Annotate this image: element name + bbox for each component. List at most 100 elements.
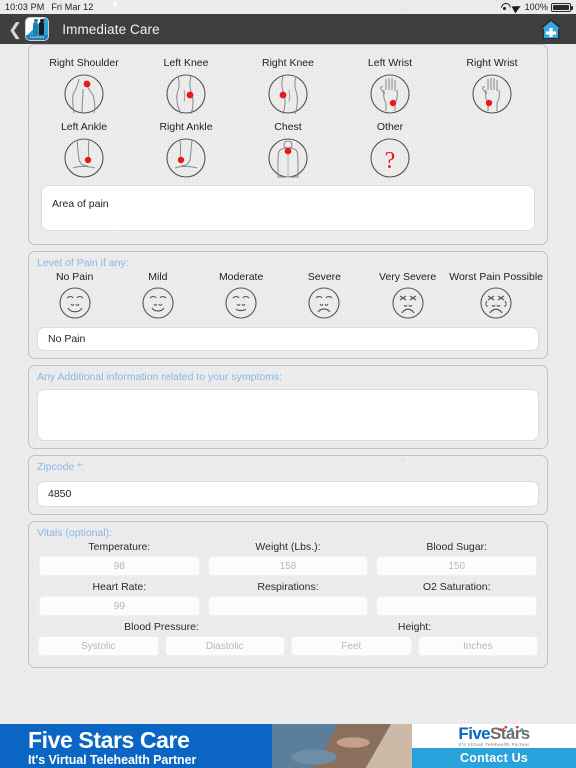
vitals-temperature: Temperature: 98 bbox=[35, 541, 204, 581]
body-part-right-wrist[interactable]: Right Wrist bbox=[441, 51, 543, 115]
pain-level-selected-value[interactable]: No Pain bbox=[37, 327, 539, 351]
ad-subtitle: It's Virtual Telehealth Partner bbox=[28, 753, 197, 767]
pain-level-card: Level of Pain if any: No Pain Mild Moder… bbox=[28, 251, 548, 359]
body-part-right-knee[interactable]: Right Knee bbox=[237, 51, 339, 115]
vitals-weight: Weight (Lbs.): 158 bbox=[204, 541, 373, 581]
fivestars-logo-icon[interactable]: FiveStars bbox=[25, 17, 50, 41]
shoulder-icon bbox=[63, 73, 105, 115]
body-part-row-2: Left Ankle Right Ankle Chest Other ? bbox=[33, 115, 543, 179]
vitals-label: Vitals (optional): bbox=[37, 527, 113, 539]
navigation-bar: ❮ FiveStars Immediate Care bbox=[0, 14, 576, 44]
vitals-label-temperature: Temperature: bbox=[88, 541, 151, 553]
advertisement-banner[interactable]: Five Stars Care It's Virtual Telehealth … bbox=[0, 724, 576, 768]
body-part-right-shoulder[interactable]: Right Shoulder bbox=[33, 51, 135, 115]
svg-text:?: ? bbox=[385, 148, 396, 174]
pain-option-severe[interactable]: Severe bbox=[283, 271, 366, 321]
status-bar-left: 10:03 PM Fri Mar 12 bbox=[5, 2, 93, 12]
status-bar-right: 100% bbox=[500, 2, 573, 12]
face-frown-icon bbox=[306, 285, 342, 321]
body-part-label: Left Knee bbox=[163, 57, 209, 69]
pain-option-label: Very Severe bbox=[379, 271, 437, 283]
face-neutral-smile-icon bbox=[223, 285, 259, 321]
body-part-chest[interactable]: Chest bbox=[237, 115, 339, 179]
wrist-icon bbox=[471, 73, 513, 115]
vitals-label-o2-saturation: O2 Saturation: bbox=[422, 581, 491, 593]
vitals-label-weight: Weight (Lbs.): bbox=[255, 541, 321, 553]
pain-option-label: Mild bbox=[148, 271, 168, 283]
zipcode-input[interactable]: 4850 bbox=[37, 481, 539, 507]
home-plus-icon[interactable] bbox=[538, 16, 564, 42]
body-part-label: Chest bbox=[274, 121, 302, 133]
ad-left-panel[interactable]: Five Stars Care It's Virtual Telehealth … bbox=[0, 724, 412, 768]
wifi-icon bbox=[500, 3, 510, 11]
inches-input[interactable]: Inches bbox=[417, 636, 538, 656]
systolic-input[interactable]: Systolic bbox=[38, 636, 159, 656]
vitals-inches: Inches bbox=[415, 636, 542, 661]
zipcode-card: Zipcode *: 4850 bbox=[28, 455, 548, 515]
symptoms-label: Any Additional information related to yo… bbox=[37, 371, 283, 383]
ad-logo-tagline: It's Virtual Telehealth Partner bbox=[458, 741, 530, 747]
heart-rate-input[interactable]: 99 bbox=[39, 596, 200, 616]
face-distress-icon bbox=[390, 285, 426, 321]
pain-option-moderate[interactable]: Moderate bbox=[200, 271, 283, 321]
pain-option-no-pain[interactable]: No Pain bbox=[33, 271, 116, 321]
respirations-input[interactable] bbox=[207, 596, 369, 616]
body-part-row-1: Right Shoulder Left Knee Right Knee Left… bbox=[33, 51, 543, 115]
area-of-pain-input[interactable]: Area of pain bbox=[41, 185, 535, 231]
body-part-label: Right Knee bbox=[262, 57, 314, 69]
feet-input[interactable]: Feet bbox=[291, 636, 412, 656]
question-mark-icon: ? bbox=[369, 137, 411, 179]
blood-sugar-input[interactable]: 150 bbox=[376, 556, 538, 576]
body-part-label: Right Shoulder bbox=[49, 57, 119, 69]
vitals-label-respirations: Respirations: bbox=[257, 581, 319, 593]
contact-us-button[interactable]: Contact Us bbox=[412, 748, 576, 768]
weight-input[interactable]: 158 bbox=[207, 556, 369, 576]
chest-icon bbox=[267, 137, 309, 179]
body-part-right-ankle[interactable]: Right Ankle bbox=[135, 115, 237, 179]
diastolic-input[interactable]: Diastolic bbox=[164, 636, 285, 656]
pain-option-label: Worst Pain Possible bbox=[449, 271, 544, 283]
body-part-selection-card: Right Shoulder Left Knee Right Knee Left… bbox=[28, 44, 548, 245]
ad-right-panel: FiveStars It's Virtual Telehealth Partne… bbox=[412, 724, 576, 768]
pain-option-mild[interactable]: Mild bbox=[116, 271, 199, 321]
vitals-label-blood-sugar: Blood Sugar: bbox=[426, 541, 488, 553]
vitals-diastolic: Diastolic bbox=[162, 636, 289, 661]
symptoms-textarea[interactable] bbox=[37, 389, 539, 441]
vitals-blood-sugar: Blood Sugar: 150 bbox=[372, 541, 541, 581]
fivestars-wordmark-logo: FiveStars It's Virtual Telehealth Partne… bbox=[412, 724, 576, 748]
temperature-input[interactable]: 98 bbox=[39, 556, 200, 576]
body-part-other[interactable]: Other ? bbox=[339, 115, 441, 179]
vitals-heart-rate: Heart Rate: 99 bbox=[35, 581, 204, 621]
location-arrow-icon bbox=[513, 3, 522, 12]
pain-option-label: Severe bbox=[307, 271, 342, 283]
vitals-feet: Feet bbox=[288, 636, 415, 661]
pain-option-label: No Pain bbox=[55, 271, 94, 283]
vitals-label-blood-pressure: Blood Pressure: bbox=[124, 621, 199, 633]
battery-icon bbox=[551, 2, 573, 12]
body-part-left-wrist[interactable]: Left Wrist bbox=[339, 51, 441, 115]
body-part-left-ankle[interactable]: Left Ankle bbox=[33, 115, 135, 179]
body-part-label: Left Ankle bbox=[60, 121, 108, 133]
face-crying-icon bbox=[478, 285, 514, 321]
o2-saturation-input[interactable] bbox=[376, 596, 538, 616]
body-part-label: Left Wrist bbox=[367, 57, 413, 69]
vitals-row-3-labels: Blood Pressure: Height: bbox=[29, 621, 547, 636]
vitals-label-heart-rate: Heart Rate: bbox=[92, 581, 147, 593]
status-date: Fri Mar 12 bbox=[51, 2, 94, 12]
ad-title: Five Stars Care bbox=[28, 727, 190, 753]
vitals-row-1: Temperature: 98 Weight (Lbs.): 158 Blood… bbox=[29, 541, 547, 581]
page-title: Immediate Care bbox=[62, 21, 160, 37]
form-scroll-container[interactable]: Right Shoulder Left Knee Right Knee Left… bbox=[0, 44, 576, 724]
body-part-left-knee[interactable]: Left Knee bbox=[135, 51, 237, 115]
status-time: 10:03 PM bbox=[5, 2, 45, 12]
body-part-label: Other bbox=[376, 121, 404, 133]
pain-option-label: Moderate bbox=[218, 271, 264, 283]
pain-option-worst-pain-possible[interactable]: Worst Pain Possible bbox=[449, 271, 543, 321]
back-chevron-icon[interactable]: ❮ bbox=[8, 21, 22, 38]
face-slight-smile-icon bbox=[140, 285, 176, 321]
ad-logo-blue-text: Five bbox=[458, 723, 491, 743]
pain-option-very-severe[interactable]: Very Severe bbox=[366, 271, 449, 321]
vitals-row-2: Heart Rate: 99 Respirations: O2 Saturati… bbox=[29, 581, 547, 621]
ankle-icon bbox=[63, 137, 105, 179]
wrist-icon bbox=[369, 73, 411, 115]
